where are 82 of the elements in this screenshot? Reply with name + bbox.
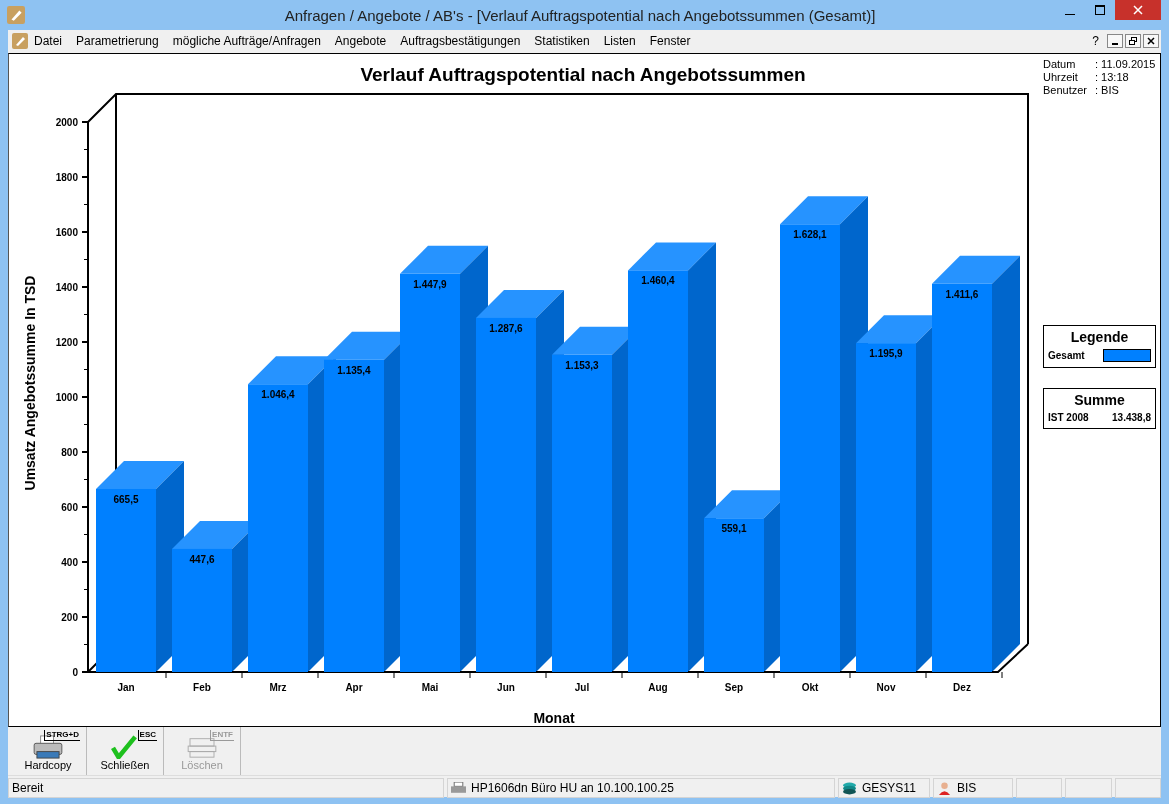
y-axis-title: Umsatz Angebotssumme In TSD — [22, 275, 38, 491]
sum-label: IST 2008 — [1048, 412, 1089, 423]
sum-value: 13.438,8 — [1112, 412, 1151, 423]
x-tick-label: Mai — [421, 682, 439, 693]
menu-item[interactable]: Statistiken — [534, 33, 590, 48]
menu-item[interactable]: Datei — [34, 33, 62, 48]
stamp-icon — [185, 735, 219, 759]
y-tick-label: 200 — [61, 612, 78, 623]
help-menu[interactable]: ? — [1092, 33, 1099, 48]
value-label: 1.287,6 — [489, 322, 523, 334]
app-icon — [7, 6, 25, 24]
close-icon — [1133, 5, 1143, 15]
legend-label: Gesamt — [1048, 350, 1085, 361]
x-tick-label: Apr — [345, 682, 363, 693]
info-label: Datum — [1043, 58, 1077, 70]
value-label: 1.046,4 — [261, 389, 295, 401]
value-label: 447,6 — [189, 553, 215, 565]
x-tick-label: Dez — [953, 682, 971, 693]
status-text: HP1606dn Büro HU an 10.100.100.25 — [471, 781, 674, 795]
maximize-icon — [1095, 5, 1105, 15]
y-tick-label: 0 — [72, 667, 78, 678]
close-icon — [1147, 36, 1155, 45]
y-tick-label: 1400 — [55, 282, 78, 293]
shortcut-label: ESC — [137, 730, 157, 741]
menu-item[interactable]: Fenster — [649, 33, 691, 48]
toolbar-button[interactable]: STRG+D Hardcopy — [10, 727, 87, 775]
menu-item[interactable]: Listen — [603, 33, 636, 48]
status-text: GESYS11 — [862, 781, 916, 795]
value-label: 665,5 — [113, 494, 139, 505]
restore-icon — [1129, 36, 1137, 45]
info-value: : 11.09.2015 — [1095, 58, 1156, 70]
y-tick-label: 800 — [61, 447, 78, 458]
chart-title: Verlauf Auftragspotential nach Angebotssummen — [360, 64, 806, 85]
toolbar-button[interactable]: ESC Schließen — [87, 727, 164, 775]
value-label: 1.153,3 — [565, 359, 599, 371]
x-tick-label: Mrz — [269, 682, 287, 693]
x-tick-label: Sep — [724, 682, 744, 693]
y-tick-label: 600 — [61, 502, 78, 513]
info-value: : BIS — [1095, 84, 1120, 96]
sum-title: Summe — [1074, 392, 1125, 408]
y-tick-label: 2000 — [55, 117, 78, 128]
user-icon — [937, 781, 952, 795]
menu-item[interactable]: Parametrierung — [76, 33, 159, 48]
y-tick-label: 1600 — [55, 227, 78, 238]
value-label: 1.447,9 — [413, 278, 447, 290]
x-axis-title: Monat — [533, 710, 575, 726]
value-label: 1.460,4 — [641, 275, 675, 287]
x-tick-label: Jul — [574, 682, 590, 693]
x-tick-label: Jun — [497, 682, 515, 693]
minimize-button[interactable] — [1107, 33, 1123, 48]
menu-item[interactable]: Angebote — [334, 33, 387, 48]
legend-title: Legende — [1070, 329, 1129, 345]
printer-icon — [31, 735, 65, 759]
y-tick-label: 1800 — [55, 172, 78, 183]
value-label: 1.411,6 — [945, 288, 979, 300]
info-value: : 13:18 — [1095, 71, 1130, 83]
info-label: Uhrzeit — [1043, 71, 1079, 83]
x-tick-label: Jan — [117, 682, 135, 693]
value-label: 1.195,9 — [869, 348, 903, 360]
y-tick-label: 1000 — [55, 392, 78, 403]
status-text: Bereit — [12, 781, 44, 795]
x-tick-label: Okt — [801, 682, 819, 693]
menu-item[interactable]: mögliche Aufträge/Anfragen — [172, 33, 321, 48]
minimize-icon — [1112, 42, 1118, 45]
close-button[interactable] — [1143, 33, 1159, 48]
printer-icon — [451, 781, 466, 795]
window-title: Anfragen / Angebote / AB's - [Verlauf Auftragspotential nach Angebotssummen (Gesamt)] — [284, 6, 876, 24]
minimize-icon — [1065, 13, 1075, 15]
status-text: BIS — [957, 781, 977, 795]
info-label: Benutzer — [1043, 84, 1089, 96]
restore-button[interactable] — [1125, 33, 1141, 48]
x-tick-label: Nov — [876, 682, 896, 693]
x-tick-label: Feb — [193, 682, 211, 693]
value-label: 1.628,1 — [793, 229, 827, 241]
value-label: 559,1 — [721, 523, 747, 535]
shortcut-label: ENTF — [210, 730, 234, 741]
database-icon — [842, 781, 857, 795]
y-tick-label: 400 — [61, 557, 78, 568]
value-label: 1.135,4 — [337, 364, 371, 376]
menu-item[interactable]: Auftragsbestätigungen — [400, 33, 521, 48]
y-tick-label: 1200 — [55, 337, 78, 348]
x-tick-label: Aug — [648, 682, 668, 693]
